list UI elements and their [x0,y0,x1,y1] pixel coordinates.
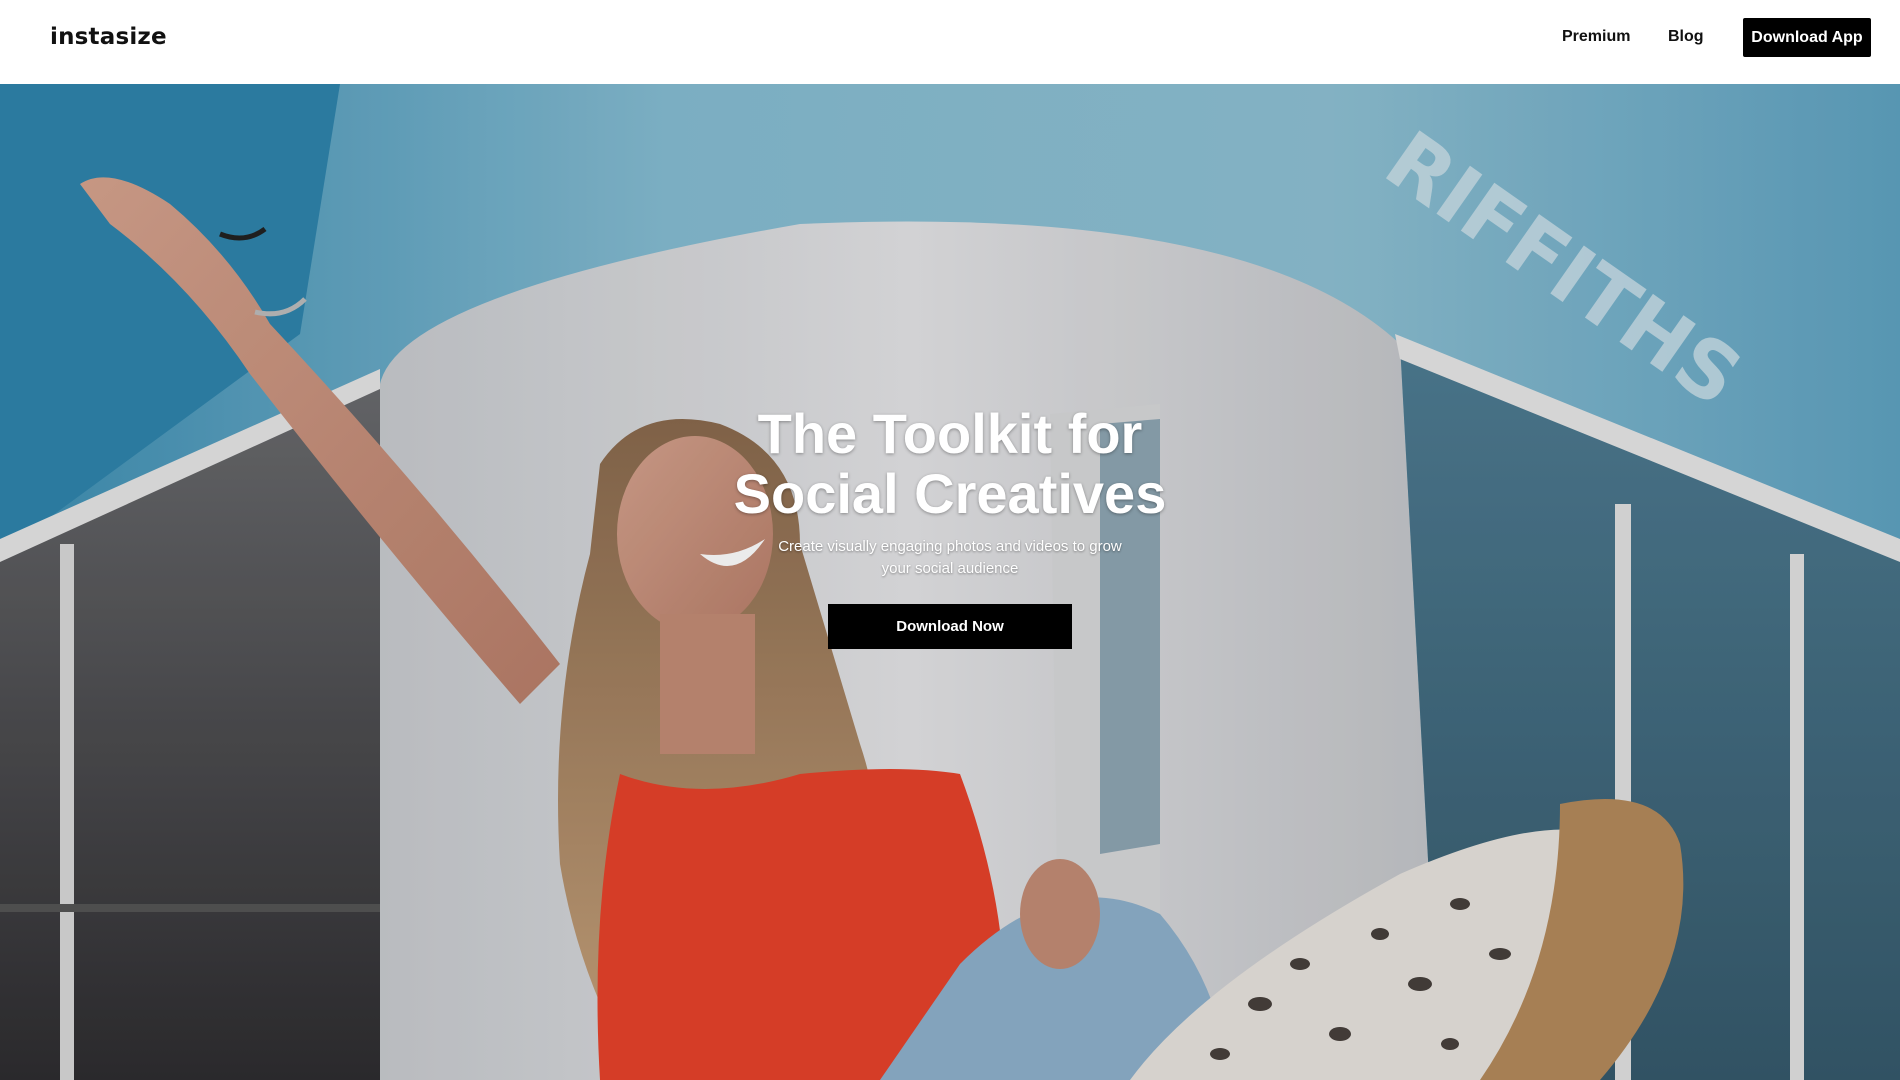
download-app-button[interactable]: Download App [1743,18,1871,57]
hero-content: The Toolkit for Social Creatives Create … [650,404,1250,649]
hero-subtitle-line-2: your social audience [881,560,1019,577]
hero-title: The Toolkit for Social Creatives [650,404,1250,524]
hero-subtitle-line-1: Create visually engaging photos and vide… [778,538,1122,555]
hero-title-line-2: Social Creatives [733,462,1167,525]
instasize-logo[interactable]: instasize [50,24,167,50]
download-now-button[interactable]: Download Now [828,604,1072,649]
hero-subtitle: Create visually engaging photos and vide… [770,536,1130,580]
site-header: instasize Premium Blog Download App [0,0,1900,84]
hero-section: RIFFITHS The Toolkit for Social Creative… [0,84,1900,1080]
hero-title-line-1: The Toolkit for [757,402,1143,465]
nav-blog-link[interactable]: Blog [1668,28,1704,46]
nav-premium-link[interactable]: Premium [1562,28,1630,46]
